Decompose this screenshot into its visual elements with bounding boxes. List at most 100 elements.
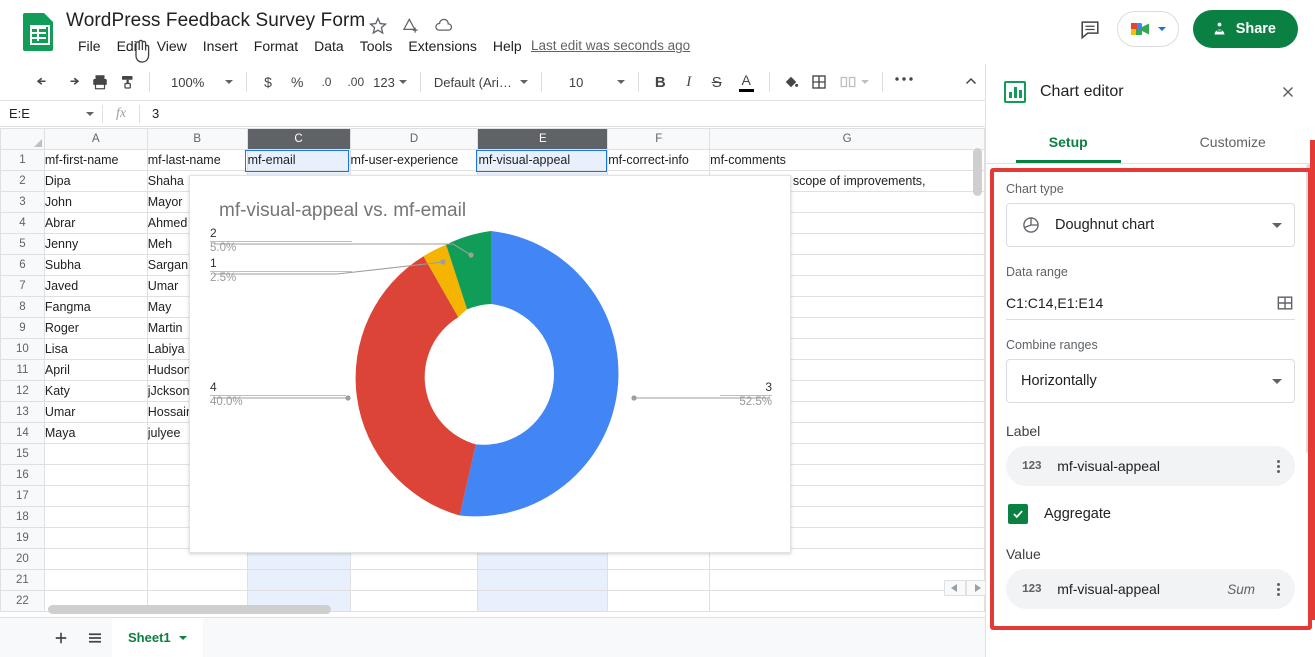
last-edit-status[interactable]: Last edit was seconds ago — [531, 38, 690, 53]
row-header-3[interactable]: 3 — [0, 191, 45, 213]
cell-a17[interactable] — [43, 485, 148, 507]
more-options-icon[interactable] — [890, 68, 918, 96]
formula-input[interactable]: 3 — [140, 106, 159, 121]
menu-help[interactable]: Help — [485, 36, 530, 56]
print-icon[interactable] — [86, 68, 114, 96]
row-header-13[interactable]: 13 — [0, 401, 45, 423]
cell-d22[interactable] — [349, 590, 479, 612]
increase-decimal-button[interactable]: .00 — [340, 68, 371, 96]
combine-ranges-select[interactable]: Horizontally — [1006, 359, 1295, 403]
row-header-6[interactable]: 6 — [0, 254, 45, 276]
row-header-18[interactable]: 18 — [0, 506, 45, 528]
cell-e21[interactable] — [477, 569, 609, 591]
meet-dropdown-caret-icon[interactable] — [1158, 27, 1167, 31]
comment-history-icon[interactable] — [1077, 16, 1103, 42]
column-header-c[interactable]: C — [246, 128, 351, 150]
menu-view[interactable]: View — [149, 36, 195, 56]
column-header-g[interactable]: G — [709, 128, 985, 150]
cell-f21[interactable] — [607, 569, 711, 591]
select-data-range-icon[interactable] — [1275, 293, 1295, 313]
cell-c1[interactable]: mf-email — [246, 149, 351, 171]
cell-a13[interactable]: Umar — [43, 401, 148, 423]
cell-a15[interactable] — [43, 443, 148, 465]
google-meet-button[interactable] — [1116, 11, 1179, 47]
cell-a9[interactable]: Roger — [43, 317, 148, 339]
text-color-button[interactable]: A — [731, 68, 762, 96]
chart-type-select[interactable]: Doughnut chart — [1006, 203, 1295, 247]
cloud-saved-icon[interactable] — [434, 16, 454, 36]
vertical-scrollbar-thumb[interactable] — [973, 148, 982, 196]
chevron-down-icon[interactable] — [178, 635, 187, 640]
row-header-1[interactable]: 1 — [0, 149, 45, 171]
strikethrough-button[interactable]: S — [703, 68, 731, 96]
cell-a3[interactable]: John — [43, 191, 148, 213]
row-header-14[interactable]: 14 — [0, 422, 45, 444]
move-to-drive-icon[interactable] — [401, 16, 421, 36]
close-icon[interactable] — [1275, 79, 1301, 105]
menu-edit[interactable]: Edit — [109, 36, 149, 56]
row-header-12[interactable]: 12 — [0, 380, 45, 402]
row-header-22[interactable]: 22 — [0, 590, 45, 612]
horizontal-scrollbar-thumb[interactable] — [48, 605, 331, 614]
row-header-4[interactable]: 4 — [0, 212, 45, 234]
cell-a2[interactable]: Dipa — [43, 170, 148, 192]
cell-a8[interactable]: Fangma — [43, 296, 148, 318]
select-all-corner[interactable] — [0, 128, 45, 150]
row-header-19[interactable]: 19 — [0, 527, 45, 549]
column-header-b[interactable]: B — [146, 128, 248, 150]
value-field-chip[interactable]: 123 mf-visual-appeal Sum — [1006, 569, 1295, 609]
row-header-17[interactable]: 17 — [0, 485, 45, 507]
data-range-field[interactable]: C1:C14,E1:E14 — [1006, 286, 1295, 320]
add-sheet-icon[interactable] — [44, 621, 78, 655]
cell-a14[interactable]: Maya — [43, 422, 148, 444]
redo-icon[interactable] — [58, 68, 86, 96]
menu-insert[interactable]: Insert — [195, 36, 246, 56]
cell-f1[interactable]: mf-correct-info — [607, 149, 711, 171]
document-title[interactable]: WordPress Feedback Survey Form — [66, 10, 365, 32]
star-icon[interactable] — [368, 16, 388, 36]
cell-f22[interactable] — [607, 590, 711, 612]
bold-button[interactable]: B — [646, 68, 675, 96]
row-header-2[interactable]: 2 — [0, 170, 45, 192]
value-chip-more-icon[interactable] — [1271, 582, 1285, 596]
row-header-21[interactable]: 21 — [0, 569, 45, 591]
cell-b21[interactable] — [146, 569, 248, 591]
cell-a5[interactable]: Jenny — [43, 233, 148, 255]
decrease-decimal-button[interactable]: .0 — [312, 68, 340, 96]
row-header-16[interactable]: 16 — [0, 464, 45, 486]
menu-extensions[interactable]: Extensions — [400, 36, 484, 56]
currency-format-button[interactable]: $ — [254, 68, 282, 96]
cell-a21[interactable] — [43, 569, 148, 591]
cell-e22[interactable] — [477, 590, 609, 612]
column-header-d[interactable]: D — [349, 128, 479, 150]
tab-customize[interactable]: Customize — [1151, 120, 1315, 163]
menu-format[interactable]: Format — [246, 36, 306, 56]
font-family-dropdown[interactable]: Default (Ari… — [428, 68, 534, 96]
label-chip-more-icon[interactable] — [1271, 459, 1285, 473]
more-formats-dropdown[interactable]: 123 — [371, 68, 413, 96]
percent-format-button[interactable]: % — [282, 68, 312, 96]
cell-a6[interactable]: Subha — [43, 254, 148, 276]
cell-a19[interactable] — [43, 527, 148, 549]
cell-d1[interactable]: mf-user-experience — [349, 149, 479, 171]
label-field-chip[interactable]: 123 mf-visual-appeal — [1006, 446, 1295, 486]
font-size-dropdown[interactable]: 10 — [557, 68, 631, 96]
cell-a16[interactable] — [43, 464, 148, 486]
menu-file[interactable]: File — [70, 36, 109, 56]
row-header-10[interactable]: 10 — [0, 338, 45, 360]
zoom-dropdown[interactable]: 100% — [157, 68, 239, 96]
cell-a10[interactable]: Lisa — [43, 338, 148, 360]
row-header-15[interactable]: 15 — [0, 443, 45, 465]
all-sheets-icon[interactable] — [78, 621, 112, 655]
cell-b1[interactable]: mf-last-name — [146, 149, 248, 171]
sheet-tab-sheet1[interactable]: Sheet1 — [112, 617, 203, 657]
menu-tools[interactable]: Tools — [352, 36, 401, 56]
column-header-e[interactable]: E — [477, 128, 609, 150]
row-header-7[interactable]: 7 — [0, 275, 45, 297]
collapse-toolbar-icon[interactable] — [957, 68, 985, 96]
merge-cells-dropdown[interactable] — [833, 68, 875, 96]
cell-a7[interactable]: Javed — [43, 275, 148, 297]
cell-a11[interactable]: April — [43, 359, 148, 381]
paint-format-icon[interactable] — [114, 68, 142, 96]
cell-a20[interactable] — [43, 548, 148, 570]
